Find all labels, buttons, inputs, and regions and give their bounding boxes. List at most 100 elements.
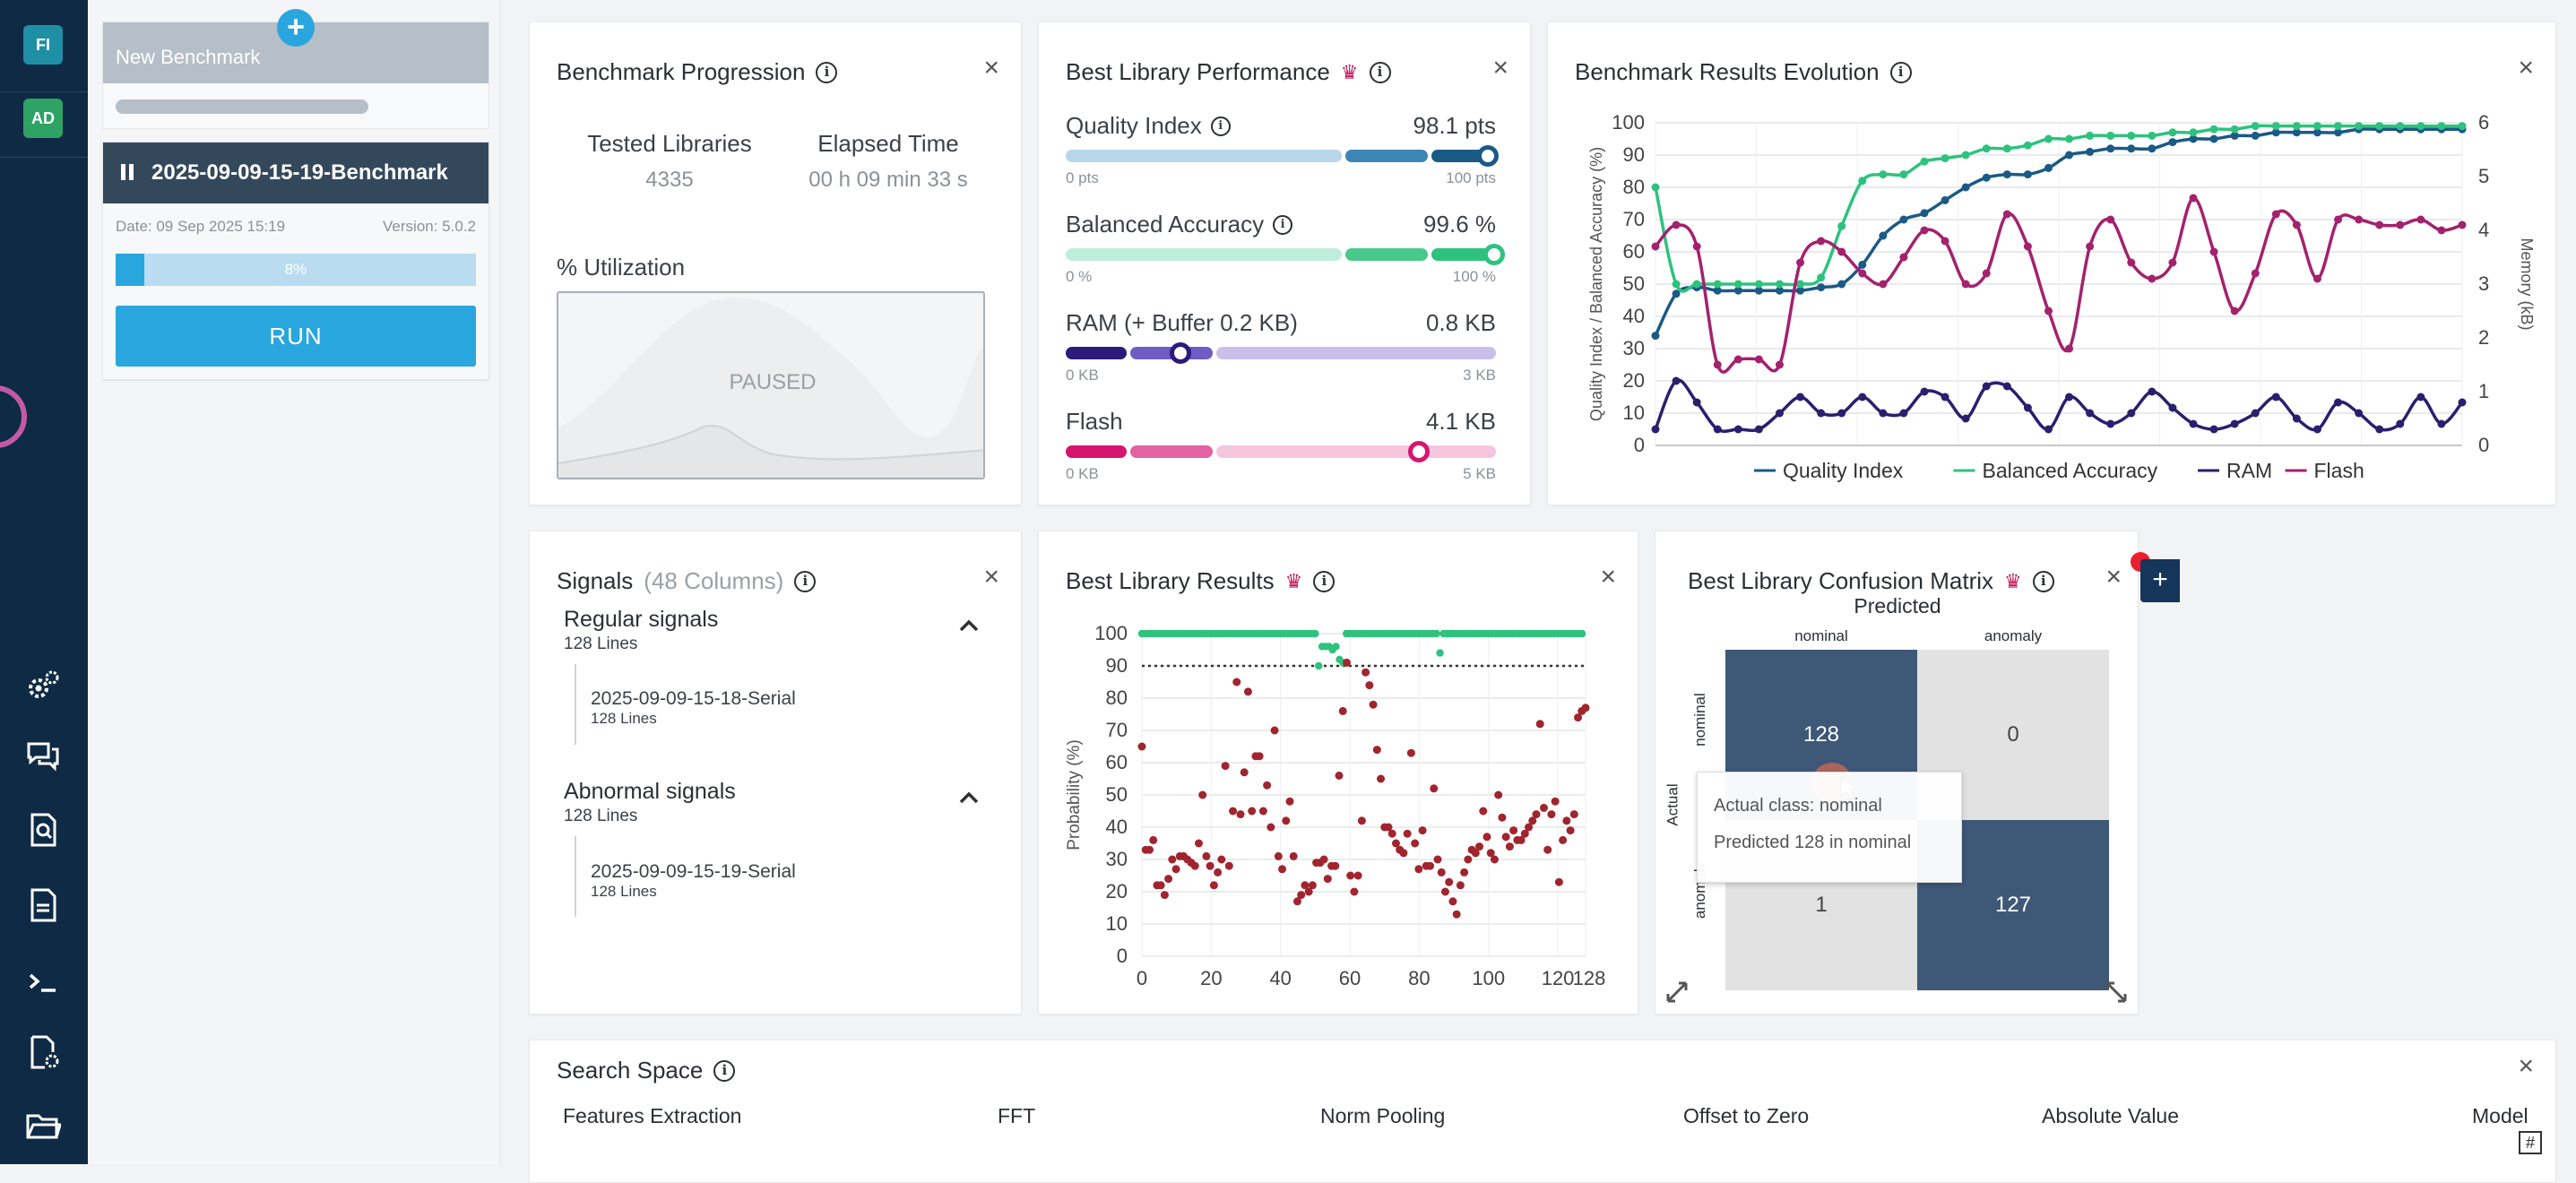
info-icon[interactable]: i <box>816 61 838 83</box>
close-icon[interactable]: × <box>1600 564 1616 591</box>
file-settings-icon[interactable] <box>23 1032 63 1072</box>
anomaly-point <box>1297 891 1306 900</box>
anomaly-point <box>1156 881 1165 890</box>
anomaly-point <box>1160 891 1169 900</box>
anomaly-point <box>1194 839 1203 848</box>
info-icon[interactable]: i <box>1210 116 1231 136</box>
chevron-up-icon[interactable] <box>958 786 980 811</box>
column-header[interactable]: FFT <box>998 1104 1035 1128</box>
info-icon[interactable]: i <box>1273 214 1293 235</box>
anomaly-point <box>1448 897 1457 906</box>
series-point <box>1982 382 1991 391</box>
add-benchmark-button[interactable]: + <box>277 9 315 47</box>
anomaly-point <box>1353 871 1362 880</box>
slider-knob[interactable] <box>1476 145 1499 167</box>
y-tick-label: 60 <box>1623 240 1645 263</box>
column-header[interactable]: Absolute Value <box>2042 1104 2179 1128</box>
series-point <box>2148 274 2157 283</box>
signal-file-item[interactable]: 2025-09-09-15-18-Serial 128 Lines <box>591 688 796 728</box>
resize-icon[interactable] <box>2104 980 2129 1005</box>
chevron-up-icon[interactable] <box>958 614 980 639</box>
card-title: Best Library Results ♛ i <box>1066 567 1336 595</box>
x-tick-label: 120 <box>1542 967 1575 989</box>
slider-segment <box>1066 248 1342 261</box>
nav-divider <box>0 157 88 158</box>
regular-signals-header[interactable]: Regular signals 128 Lines <box>564 607 718 654</box>
series-point <box>2168 258 2177 267</box>
gear-icon[interactable] <box>23 665 63 704</box>
signal-file-item[interactable]: 2025-09-09-15-19-Serial 128 Lines <box>591 861 796 901</box>
chat-icon[interactable] <box>23 737 63 776</box>
series-point <box>1775 409 1784 418</box>
slider-segment <box>1345 248 1428 261</box>
add-widget-button[interactable]: + <box>2140 559 2180 602</box>
document-icon[interactable] <box>23 885 63 925</box>
run-button[interactable]: RUN <box>116 306 476 367</box>
column-header[interactable]: Model <box>2472 1104 2528 1128</box>
column-header[interactable]: Offset to Zero <box>1683 1104 1809 1128</box>
info-icon[interactable]: i <box>2032 570 2054 592</box>
anomaly-point <box>1445 877 1454 886</box>
folder-icon[interactable] <box>23 1106 63 1145</box>
tooltip-line: Predicted 128 in nominal <box>1714 833 1912 852</box>
series-point <box>2023 403 2032 412</box>
series-point <box>1899 409 1908 418</box>
column-header[interactable]: Features Extraction <box>563 1104 741 1128</box>
abnormal-signals-header[interactable]: Abnormal signals 128 Lines <box>564 779 736 826</box>
close-icon[interactable]: × <box>1492 55 1508 82</box>
y-tick-label: 90 <box>1623 143 1645 166</box>
y2-tick-label: 6 <box>2478 111 2489 134</box>
series-point <box>1961 280 1970 289</box>
avatar-fi[interactable]: FI <box>23 25 63 65</box>
slider-knob[interactable] <box>1170 342 1192 364</box>
close-icon[interactable]: × <box>983 55 999 82</box>
benchmark-results-evolution-card: Benchmark Results Evolution i × 0 10 20 30 40… <box>1547 22 2556 505</box>
anomaly-point <box>1289 851 1298 860</box>
series-point <box>2230 419 2239 428</box>
benchmark-name: 2025-09-09-15-19-Benchmark <box>151 160 448 185</box>
info-icon[interactable]: i <box>1313 570 1336 592</box>
series-point <box>1713 425 1722 434</box>
anomaly-point <box>1535 720 1544 729</box>
group-name: Abnormal signals <box>564 779 736 804</box>
expand-icon[interactable] <box>1664 980 1690 1005</box>
close-icon[interactable]: × <box>983 564 999 591</box>
avatar-ad[interactable]: AD <box>23 99 63 138</box>
pause-icon[interactable] <box>121 164 125 180</box>
series-point <box>2002 210 2011 219</box>
info-icon[interactable]: i <box>794 570 817 592</box>
info-icon[interactable]: i <box>1369 61 1391 83</box>
y-tick-label: 100 <box>1612 111 1645 134</box>
anomaly-point <box>1217 855 1226 864</box>
legend-label: Flash <box>2314 459 2364 482</box>
info-icon[interactable]: i <box>713 1059 736 1082</box>
y2-tick-label: 5 <box>2478 165 2489 187</box>
series-point <box>1713 280 1722 289</box>
series-point <box>1858 393 1867 402</box>
series-point <box>1775 360 1784 369</box>
close-icon[interactable]: × <box>2518 55 2534 82</box>
grid-icon[interactable]: # <box>2519 1131 2542 1154</box>
anomaly-point <box>1387 829 1396 838</box>
anomaly-point <box>1308 881 1317 890</box>
series-point <box>2189 128 2198 137</box>
search-doc-icon[interactable] <box>23 810 63 850</box>
anomaly-point <box>1274 851 1283 860</box>
metric-name-text: RAM (+ Buffer 0.2 KB) <box>1066 309 1298 336</box>
terminal-icon[interactable] <box>23 963 63 1002</box>
close-icon[interactable]: × <box>2105 564 2122 591</box>
close-icon[interactable]: × <box>2518 1053 2534 1080</box>
paused-label: PAUSED <box>729 370 817 394</box>
column-header[interactable]: Norm Pooling <box>1320 1104 1445 1128</box>
slider-knob[interactable] <box>1483 244 1506 265</box>
info-icon[interactable]: i <box>1889 61 1912 83</box>
y-axis-label: Quality Index / Balanced Accuracy (%) <box>1587 147 1605 421</box>
series-point <box>1817 409 1826 418</box>
active-benchmark-card[interactable]: 2025-09-09-15-19-Benchmark Date: 09 Sep … <box>102 142 489 380</box>
card-title: Benchmark Progression i <box>557 58 838 86</box>
signal-file-name: 2025-09-09-15-18-Serial <box>591 688 796 709</box>
series-point <box>2086 242 2095 251</box>
series-point <box>1754 355 1763 364</box>
slider-knob[interactable] <box>1407 441 1430 462</box>
series-point <box>2334 398 2343 407</box>
